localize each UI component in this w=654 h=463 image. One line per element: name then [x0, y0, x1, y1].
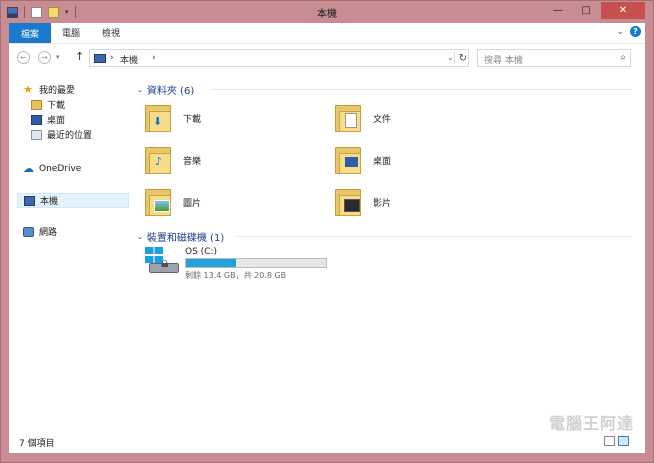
lock-icon: 🔒︎ [161, 255, 169, 271]
window-controls: — □ ✕ [545, 2, 645, 19]
maximize-button[interactable]: □ [573, 2, 599, 19]
nav-item-label: 桌面 [47, 116, 66, 126]
group-title: 資料夾 (6) [146, 86, 195, 97]
music-folder-icon: ♪ [145, 145, 173, 175]
nav-item-label: 我的最愛 [39, 86, 76, 96]
group-header-folders[interactable]: ⌄ 資料夾 (6) [137, 82, 195, 98]
network-icon [23, 226, 34, 237]
folder-name: 文件 [373, 114, 392, 125]
folder-name: 圖片 [183, 198, 202, 209]
nav-item-downloads[interactable]: 下載 [31, 97, 149, 112]
drive-free-space: 剩餘 13.4 GB，共 20.8 GB [185, 271, 287, 280]
nav-item-desktop[interactable]: 桌面 [31, 112, 149, 127]
nav-item-label: 最近的位置 [47, 131, 93, 141]
nav-item-label: 網路 [39, 228, 58, 238]
breadcrumb-separator-icon[interactable]: › [152, 53, 156, 63]
folder-downloads[interactable]: ⬇ 下載 [145, 103, 201, 133]
back-button[interactable]: ← [17, 51, 30, 64]
tab-computer[interactable]: 電腦 [62, 26, 80, 39]
ribbon-right-controls: ⌄ ? [616, 26, 641, 37]
close-button[interactable]: ✕ [601, 2, 645, 19]
star-icon: ★ [23, 82, 33, 96]
address-bar[interactable]: › 本機 › ⌄ ↻ [89, 49, 469, 67]
downloads-folder-icon: ⬇ [145, 103, 173, 133]
search-input[interactable]: 搜尋 本機 ⌕ [477, 49, 631, 67]
collapse-chevron-icon[interactable]: ⌄ [137, 86, 143, 94]
collapse-chevron-icon[interactable]: ⌄ [137, 233, 143, 241]
nav-item-onedrive[interactable]: ☁ OneDrive [23, 161, 141, 176]
forward-button[interactable]: → [38, 51, 51, 64]
title-bar: ▾ 本機 — □ ✕ [1, 1, 653, 23]
nav-item-recent-places[interactable]: 最近的位置 [31, 127, 149, 142]
nav-item-label: 下載 [47, 101, 66, 111]
window-frame: ▾ 本機 — □ ✕ 檔案 電腦 檢視 ⌄ ? ← → ▾ ↑ › 本機 › ⌄… [0, 0, 654, 463]
breadcrumb-this-pc[interactable]: 本機 [120, 53, 138, 66]
address-history-chevron-icon[interactable]: ⌄ [447, 53, 454, 62]
nav-item-label: OneDrive [39, 163, 82, 174]
nav-item-label: 本機 [40, 197, 59, 207]
tab-file[interactable]: 檔案 [9, 23, 51, 43]
tab-view[interactable]: 檢視 [102, 26, 120, 39]
pictures-folder-icon [145, 187, 173, 217]
desktop-icon [31, 114, 42, 125]
recent-places-icon [31, 129, 42, 140]
nav-item-network[interactable]: 網路 [23, 224, 141, 239]
expand-ribbon-chevron-icon[interactable]: ⌄ [616, 27, 624, 37]
help-icon[interactable]: ? [630, 26, 641, 37]
group-divider [211, 89, 631, 90]
drive-name: OS (C:) [185, 247, 217, 257]
cloud-icon: ☁ [23, 161, 34, 175]
downloads-folder-icon [31, 99, 42, 110]
large-icons-view-icon[interactable] [618, 436, 629, 446]
navigation-pane: ★ 我的最愛 下載 桌面 最近的位置 ☁ OneDrive 本機 網路 [9, 72, 129, 431]
videos-folder-icon [335, 187, 363, 217]
nav-item-this-pc[interactable]: 本機 [17, 193, 129, 208]
drive-info: OS (C:) 剩餘 13.4 GB，共 20.8 GB [185, 247, 327, 281]
drive-usage-fill [186, 259, 236, 267]
documents-folder-icon [335, 103, 363, 133]
group-header-devices[interactable]: ⌄ 裝置和磁碟機 (1) [137, 229, 225, 245]
watermark-logo: 電腦王阿達 [548, 414, 634, 433]
status-bar: 7 個項目 [9, 431, 645, 453]
address-toolbar: ← → ▾ ↑ › 本機 › ⌄ ↻ 搜尋 本機 ⌕ [9, 43, 645, 72]
item-count: 7 個項目 [19, 439, 55, 449]
nav-item-favorites[interactable]: ★ 我的最愛 [23, 82, 141, 97]
group-title: 裝置和磁碟機 (1) [146, 233, 225, 244]
folder-name: 影片 [373, 198, 392, 209]
folder-name: 下載 [183, 114, 202, 125]
folder-name: 桌面 [373, 156, 392, 167]
search-placeholder: 搜尋 本機 [484, 56, 523, 66]
drive-usage-bar [185, 258, 327, 268]
folder-music[interactable]: ♪ 音樂 [145, 145, 201, 175]
folder-videos[interactable]: 影片 [335, 187, 391, 217]
folder-pictures[interactable]: 圖片 [145, 187, 201, 217]
minimize-button[interactable]: — [545, 2, 571, 19]
file-list: ⌄ 資料夾 (6) ⬇ 下載 文件 ♪ 音樂 桌面 圖片 影片 ⌄ 裝置和磁碟機… [133, 72, 645, 431]
refresh-button[interactable]: ↻ [454, 52, 471, 64]
recent-locations-chevron-icon[interactable]: ▾ [56, 53, 60, 61]
breadcrumb-separator-icon[interactable]: › [110, 53, 114, 63]
explorer-content: ★ 我的最愛 下載 桌面 最近的位置 ☁ OneDrive 本機 網路 ⌄ 資料… [9, 72, 645, 431]
up-button[interactable]: ↑ [75, 50, 84, 63]
folder-name: 音樂 [183, 156, 202, 167]
desktop-folder-icon [335, 145, 363, 175]
group-divider [237, 236, 631, 237]
computer-icon [94, 54, 106, 63]
ribbon-tabs: 檔案 電腦 檢視 ⌄ ? [9, 23, 645, 43]
search-icon[interactable]: ⌕ [620, 52, 626, 63]
view-switcher [604, 436, 629, 446]
details-view-icon[interactable] [604, 436, 615, 446]
computer-icon [24, 195, 35, 206]
drive-os-c[interactable]: 🔒︎ OS (C:) 剩餘 13.4 GB，共 20.8 GB [143, 247, 327, 281]
folder-documents[interactable]: 文件 [335, 103, 391, 133]
folder-desktop[interactable]: 桌面 [335, 145, 391, 175]
locked-drive-icon: 🔒︎ [143, 247, 179, 281]
